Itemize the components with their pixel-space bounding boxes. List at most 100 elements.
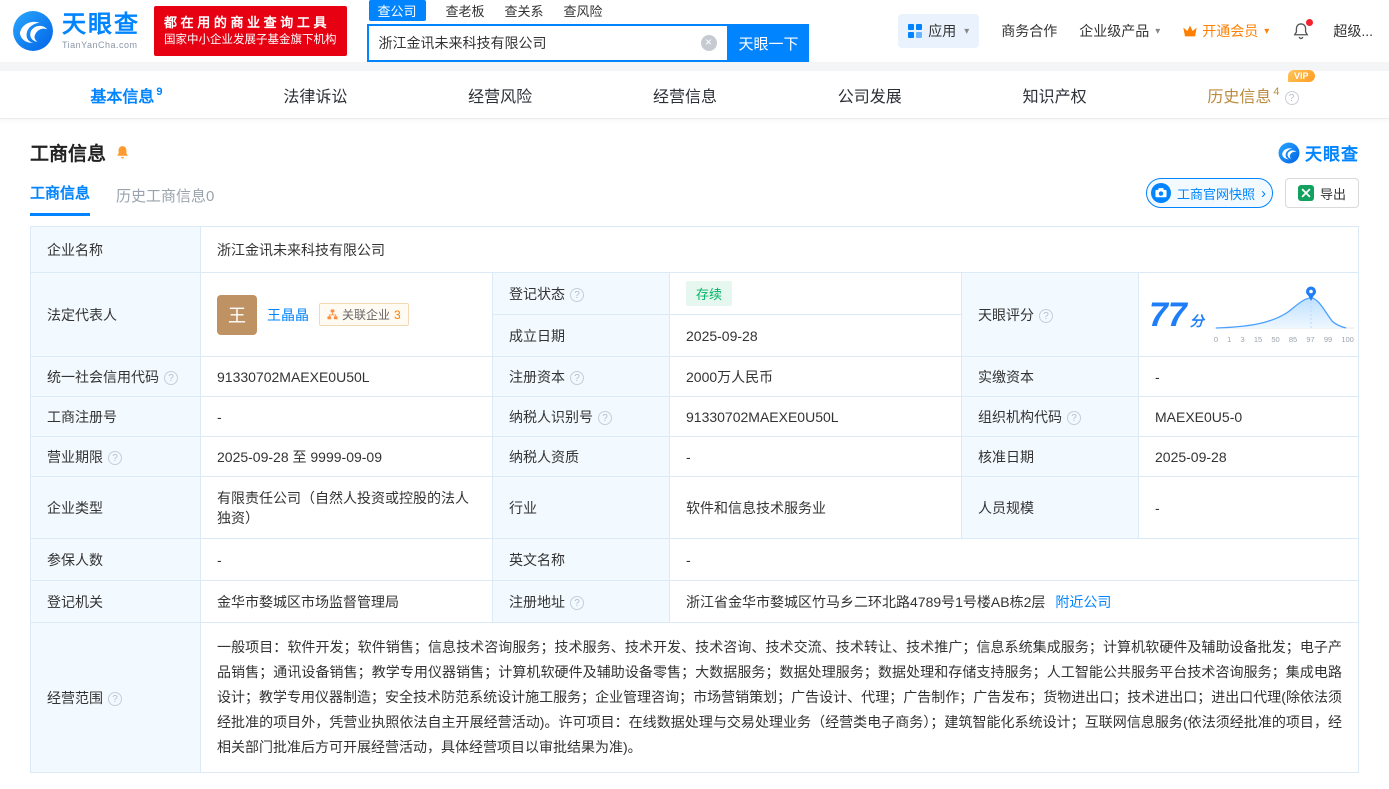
search-tab-relation[interactable]: 查关系 <box>505 1 544 20</box>
tab-legal-proceedings[interactable]: 法律诉讼 <box>277 83 353 107</box>
tab-intellectual-property[interactable]: 知识产权 <box>1017 83 1093 107</box>
tab-company-development[interactable]: 公司发展 <box>832 83 908 107</box>
search-tab-company[interactable]: 查公司 <box>368 0 426 21</box>
tab-label: 基本信息 <box>90 88 155 106</box>
tab-label: 历史信息 <box>1207 88 1272 106</box>
company-name-label: 企业名称 <box>30 226 201 273</box>
tab-history-info[interactable]: VIP 历史信息 4 <box>1201 69 1315 107</box>
credit-code-value: 91330702MAEXE0U50L <box>200 356 493 397</box>
nearby-companies-link[interactable]: 附近公司 <box>1055 594 1111 610</box>
watermark-text: 天眼查 <box>1305 145 1359 164</box>
tianyancha-logo-icon <box>12 10 54 52</box>
apps-menu[interactable]: 应用 <box>898 14 980 48</box>
legal-rep-label: 法定代表人 <box>30 272 201 357</box>
header-divider <box>0 62 1389 71</box>
related-label: 关联企业 <box>342 308 391 322</box>
subtab-business-info[interactable]: 工商信息 <box>30 182 91 216</box>
score-distribution-chart: 0 1 3 15 50 85 97 99 100 <box>1213 285 1354 344</box>
page-title: 工商信息 <box>30 144 107 165</box>
staff-size-label: 人员规模 <box>961 476 1139 539</box>
menu-enterprise-products[interactable]: 企业级产品 <box>1079 21 1160 41</box>
camera-icon <box>1150 183 1171 203</box>
help-icon[interactable] <box>1067 410 1081 425</box>
help-icon[interactable] <box>570 287 584 302</box>
establish-date-label: 成立日期 <box>492 314 670 357</box>
paid-capital-value: - <box>1138 356 1359 397</box>
approval-date-label: 核准日期 <box>961 436 1139 477</box>
tab-operating-risk[interactable]: 经营风险 <box>462 83 538 107</box>
table-row: 统一社会信用代码 91330702MAEXE0U50L 注册资本 2000万人民… <box>30 356 1359 397</box>
search-tab-risk[interactable]: 查风险 <box>564 1 603 20</box>
taxpayer-id-label: 纳税人识别号 <box>492 396 670 437</box>
subtab-row: 工商信息 历史工商信息0 工商官网快照 导出 <box>0 166 1389 216</box>
help-icon[interactable] <box>570 370 584 385</box>
official-snapshot-button[interactable]: 工商官网快照 <box>1145 178 1273 208</box>
excel-icon <box>1297 185 1314 201</box>
chevron-down-icon <box>964 26 969 37</box>
taxpayer-id-value: 91330702MAEXE0U50L <box>669 396 962 437</box>
help-icon[interactable] <box>1284 90 1299 105</box>
reg-address-label: 注册地址 <box>492 580 670 623</box>
search-tab-boss[interactable]: 查老板 <box>446 1 485 20</box>
tab-operating-info[interactable]: 经营信息 <box>647 83 723 107</box>
export-button[interactable]: 导出 <box>1284 178 1359 208</box>
subtab-history-business-info[interactable]: 历史工商信息0 <box>116 185 214 216</box>
help-icon[interactable] <box>570 595 584 610</box>
company-name-value: 浙江金讯未来科技有限公司 <box>200 226 1359 273</box>
score-number[interactable]: 77 分 <box>1149 298 1204 332</box>
watermark-logo-icon <box>1278 142 1300 164</box>
tab-basic-info[interactable]: 基本信息 9 <box>84 83 168 107</box>
related-companies-badge[interactable]: 关联企业 3 <box>319 303 409 326</box>
help-icon[interactable] <box>164 370 178 385</box>
action-buttons: 工商官网快照 导出 <box>1145 178 1359 216</box>
avatar[interactable]: 王 <box>217 294 257 335</box>
score-label: 天眼评分 <box>961 272 1139 357</box>
org-code-value: MAEXE0U5-0 <box>1138 396 1359 437</box>
paid-capital-label: 实缴资本 <box>961 356 1139 397</box>
vip-badge: VIP <box>1288 69 1315 82</box>
network-icon <box>327 309 338 320</box>
english-name-label: 英文名称 <box>492 538 670 581</box>
reg-capital-value: 2000万人民币 <box>669 356 962 397</box>
export-label: 导出 <box>1319 186 1346 202</box>
legal-rep-link[interactable]: 王晶晶 <box>267 305 309 325</box>
nav-tabs: 基本信息 9 法律诉讼 经营风险 经营信息 公司发展 知识产权 VIP 历史信息 4 <box>0 69 1389 119</box>
reg-status-value: 存续 <box>669 272 962 315</box>
credit-code-label: 统一社会信用代码 <box>30 356 201 397</box>
search-input[interactable] <box>368 35 701 51</box>
clear-icon[interactable] <box>700 35 717 51</box>
enterprise-label: 企业级产品 <box>1079 23 1150 39</box>
tab-count: 4 <box>1273 86 1280 99</box>
staff-size-value: - <box>1138 476 1359 539</box>
logo-subtitle: TianYanCha.com <box>62 39 138 50</box>
slogan-line2: 国家中小企业发展子基金旗下机构 <box>164 34 337 47</box>
help-icon[interactable] <box>108 450 122 465</box>
logo-title: 天眼查 <box>62 10 140 38</box>
table-row: 企业名称 浙江金讯未来科技有限公司 <box>30 226 1359 273</box>
search-tabs: 查公司 查老板 查关系 查风险 <box>368 0 809 21</box>
top-menu: 应用 商务合作 企业级产品 开通会员 超级... <box>898 14 1373 48</box>
user-menu[interactable]: 超级... <box>1333 21 1373 41</box>
arrow-right-icon <box>1261 185 1266 202</box>
search-area: 查公司 查老板 查关系 查风险 天眼一下 <box>366 0 809 62</box>
help-icon[interactable] <box>108 691 122 706</box>
notification-bell-icon[interactable] <box>1291 19 1314 41</box>
reg-status-label: 登记状态 <box>492 272 670 315</box>
help-icon[interactable] <box>1039 308 1053 323</box>
table-row: 企业类型 有限责任公司（自然人投资或控股的法人独资） 行业 软件和信息技术服务业… <box>30 476 1359 539</box>
org-code-label: 组织机构代码 <box>961 396 1139 437</box>
legal-rep-value: 王 王晶晶 关联企业 3 <box>200 272 493 357</box>
tianyancha-logo[interactable]: 天眼查 TianYanCha.com <box>12 10 140 52</box>
insured-count-label: 参保人数 <box>30 538 201 581</box>
help-icon[interactable] <box>598 410 612 425</box>
search-box <box>366 24 729 62</box>
open-vip-label: 开通会员 <box>1202 23 1259 39</box>
menu-open-vip[interactable]: 开通会员 <box>1182 21 1269 41</box>
subscribe-bell-icon[interactable] <box>114 144 131 161</box>
table-row: 参保人数 - 英文名称 - <box>30 538 1359 581</box>
business-term-value: 2025-09-28 至 9999-09-09 <box>200 436 493 477</box>
menu-business-cooperation[interactable]: 商务合作 <box>1001 21 1057 41</box>
score-value: 77 分 0 1 3 15 50 85 97 99 100 <box>1138 272 1359 357</box>
search-button[interactable]: 天眼一下 <box>728 24 809 62</box>
table-row: 经营范围 一般项目：软件开发；软件销售；信息技术咨询服务；技术服务、技术开发、技… <box>30 622 1359 773</box>
